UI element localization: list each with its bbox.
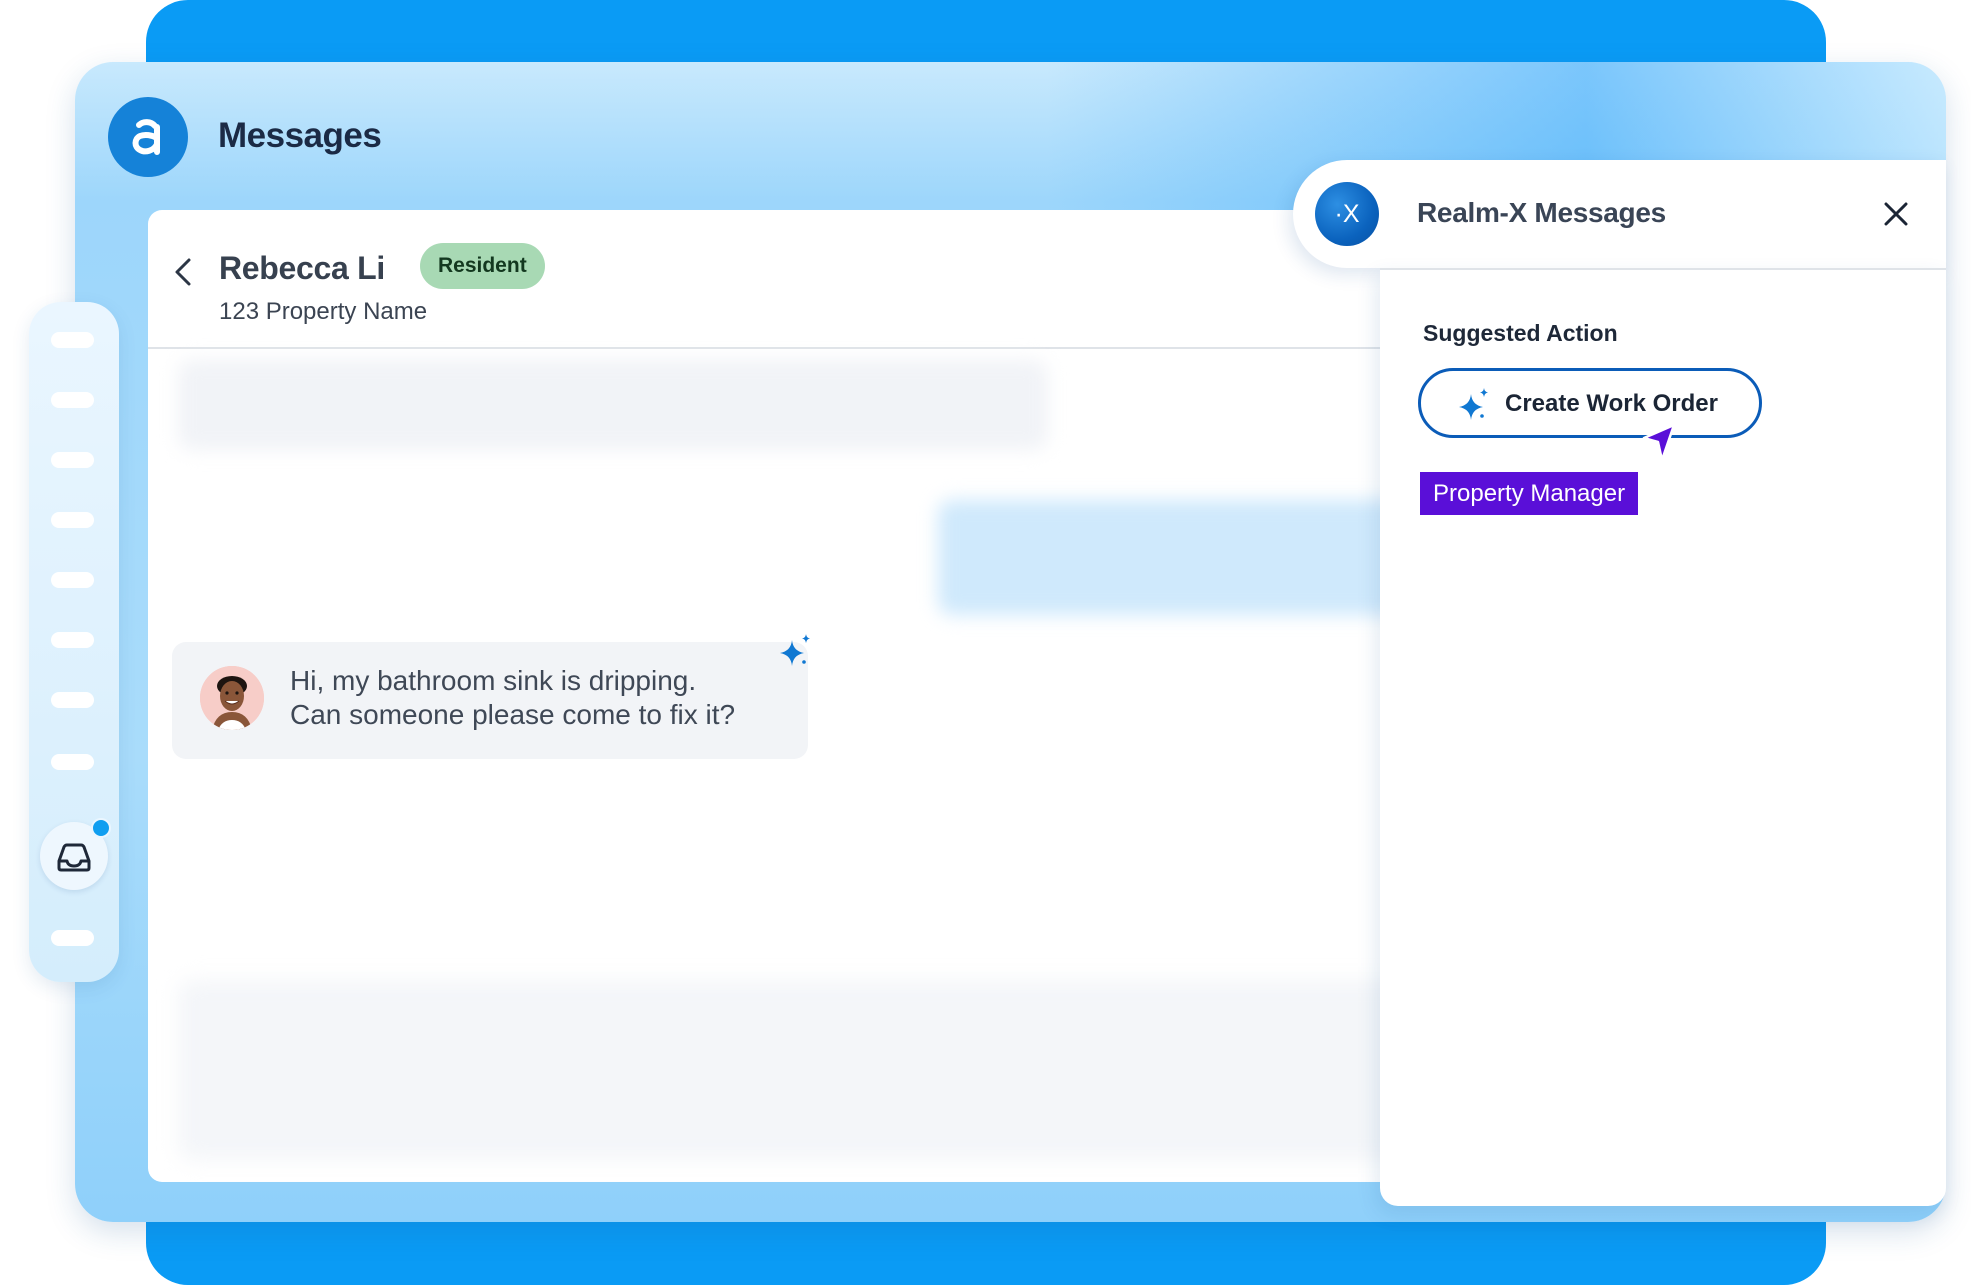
sidebar-nav xyxy=(29,302,119,982)
message-line: Can someone please come to fix it? xyxy=(290,699,736,730)
pointer-cursor-icon xyxy=(1642,423,1676,462)
ai-sparkle-icon xyxy=(780,634,810,666)
sidebar-item[interactable] xyxy=(51,754,94,770)
blurred-composer-placeholder xyxy=(178,980,1478,1160)
ai-sparkle-icon xyxy=(1459,388,1488,420)
sidebar-item[interactable] xyxy=(51,692,94,708)
realm-x-title: Realm-X Messages xyxy=(1417,197,1666,228)
contact-name: Rebecca Li xyxy=(219,250,385,286)
cursor-user-label: Property Manager xyxy=(1420,472,1639,515)
sidebar-item[interactable] xyxy=(51,512,94,528)
sidebar-item[interactable] xyxy=(51,332,94,348)
sidebar-item[interactable] xyxy=(51,452,94,468)
avatar xyxy=(200,666,264,730)
message-line: Hi, my bathroom sink is dripping. xyxy=(290,665,697,696)
suggested-action-heading: Suggested Action xyxy=(1423,320,1618,346)
sidebar-item[interactable] xyxy=(51,930,94,946)
sidebar-item[interactable] xyxy=(51,632,94,648)
conversation-panel: Rebecca Li Resident 123 Property Name Hi… xyxy=(148,210,1478,1182)
realm-x-logo: ·X xyxy=(1315,182,1379,246)
conversation-header: Rebecca Li Resident 123 Property Name xyxy=(148,210,1478,349)
status-badge: Resident xyxy=(420,243,545,289)
close-icon[interactable] xyxy=(1880,198,1912,230)
realm-x-header: ·X Realm-X Messages xyxy=(1293,160,1946,268)
message-text: Hi, my bathroom sink is dripping. Can so… xyxy=(290,664,800,732)
create-work-order-label: Create Work Order xyxy=(1505,390,1718,417)
chevron-left-icon[interactable] xyxy=(170,252,196,292)
app-logo xyxy=(108,97,188,177)
realm-x-panel: Suggested Action Create Work Order Prope… xyxy=(1380,268,1946,1206)
sidebar-item[interactable] xyxy=(51,572,94,588)
create-work-order-button[interactable]: Create Work Order xyxy=(1418,368,1762,438)
property-name: 123 Property Name xyxy=(219,298,428,325)
notification-dot xyxy=(91,818,111,838)
page-title: Messages xyxy=(218,116,382,155)
resident-photo-icon xyxy=(200,666,264,730)
message-bubble[interactable]: Hi, my bathroom sink is dripping. Can so… xyxy=(172,642,808,759)
blurred-message-placeholder xyxy=(178,360,1048,450)
sidebar-item[interactable] xyxy=(51,392,94,408)
a-logo-icon xyxy=(132,119,160,155)
